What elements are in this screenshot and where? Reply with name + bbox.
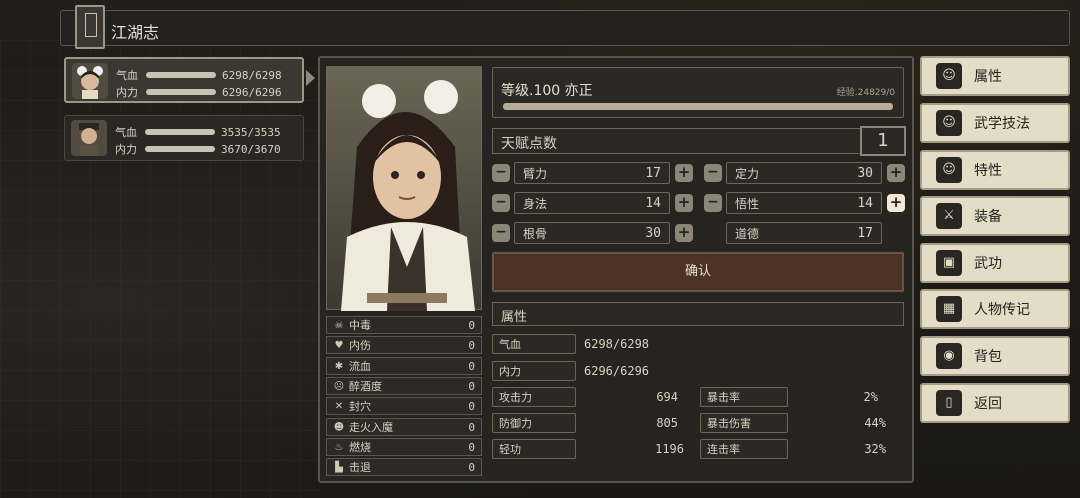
fire-icon: ♨ — [334, 441, 344, 453]
status-row: ♥ 内伤 0 — [326, 336, 482, 354]
menu-equipment[interactable]: ⚔ 装备 — [920, 196, 1070, 236]
status-row: ☠ 中毒 0 — [326, 316, 482, 334]
mp-label: 内力 — [116, 86, 138, 99]
page-title: 江湖志 — [111, 23, 160, 42]
plus-icon[interactable]: + — [675, 224, 693, 242]
menu-martial-arts[interactable]: ▣ 武功 — [920, 243, 1070, 283]
mp-bar — [146, 89, 216, 95]
menu-traits[interactable]: ☺ 特性 — [920, 150, 1070, 190]
talent-points-value: 1 — [860, 126, 906, 156]
title-bar: 江湖志 — [60, 5, 1070, 49]
character-card-2[interactable]: 气血 3535/3535 内力 3670/3670 — [64, 115, 304, 161]
bag-icon: ◉ — [936, 343, 962, 369]
mp-bar — [145, 146, 215, 152]
level-box: 等级.100 亦正 经验.24829/0 — [492, 67, 904, 118]
status-row: ☻ 走火入魔 0 — [326, 418, 482, 436]
character-icon: ☺ — [936, 157, 962, 183]
menu-return[interactable]: ▯ 返回 — [920, 383, 1070, 423]
stat-morality: 道德 17 — [726, 222, 882, 244]
stat-focus: 定力 30 — [726, 162, 882, 184]
menu-martial-techniques[interactable]: ☺ 武学技法 — [920, 103, 1070, 143]
book-icon — [75, 5, 105, 49]
plus-icon[interactable]: + — [675, 164, 693, 182]
selected-arrow-icon — [306, 70, 315, 86]
hp-label: 气血 — [116, 69, 138, 82]
character-card-1[interactable]: 气血 6298/6298 内力 6296/6296 — [64, 57, 304, 103]
avatar — [72, 63, 108, 99]
mp-value: 3670/3670 — [221, 142, 281, 156]
status-row: ☹ 醉酒度 0 — [326, 377, 482, 395]
status-row: ▙ 击退 0 — [326, 458, 482, 476]
manual-book-icon: ▣ — [936, 250, 962, 276]
menu-biography[interactable]: ▦ 人物传记 — [920, 289, 1070, 329]
status-row: ✕ 封穴 0 — [326, 397, 482, 415]
plus-icon[interactable]: + — [675, 194, 693, 212]
scroll-icon: ▦ — [936, 296, 962, 322]
mp-value: 6296/6296 — [222, 85, 282, 99]
plus-icon[interactable]: + — [887, 194, 905, 212]
exp-text: 经验.24829/0 — [836, 88, 895, 98]
hp-value: 6298/6298 — [222, 68, 282, 82]
minus-icon[interactable]: − — [492, 224, 510, 242]
menu-inventory[interactable]: ◉ 背包 — [920, 336, 1070, 376]
drunk-icon: ☹ — [333, 380, 345, 392]
status-row: ✱ 流血 0 — [326, 357, 482, 375]
attr-row: 防御力 805 — [492, 413, 692, 433]
attr-hp-row: 气血 6298/6298 — [492, 334, 904, 354]
confirm-button[interactable]: 确认 — [492, 252, 904, 292]
hp-label: 气血 — [115, 126, 137, 139]
menu-attributes[interactable]: ☺ 属性 — [920, 56, 1070, 96]
sword-icon: ⚔ — [936, 203, 962, 229]
hp-bar — [146, 72, 216, 78]
skull-icon: ☠ — [334, 319, 344, 331]
talent-points-label: 天赋点数 — [492, 128, 862, 154]
attr-row: 连击率 32% — [700, 439, 904, 459]
attributes-title: 属性 — [492, 302, 904, 326]
seal-icon: ✕ — [334, 400, 344, 412]
attr-row: 暴击率 2% — [700, 387, 904, 407]
character-icon: ☺ — [936, 63, 962, 89]
mp-label: 内力 — [115, 143, 137, 156]
minus-icon[interactable]: − — [704, 194, 722, 212]
hp-bar — [145, 129, 215, 135]
door-icon: ▯ — [936, 390, 962, 416]
character-portrait — [326, 66, 482, 311]
avatar — [71, 120, 107, 156]
exp-bar — [503, 103, 893, 110]
demon-icon: ☻ — [333, 421, 345, 433]
background-wall — [0, 40, 320, 498]
attr-row: 轻功 1196 — [492, 439, 692, 459]
level-text: 等级.100 亦正 — [501, 83, 593, 99]
minus-icon[interactable]: − — [492, 194, 510, 212]
attr-row: 攻击力 694 — [492, 387, 692, 407]
minus-icon[interactable]: − — [704, 164, 722, 182]
minus-icon[interactable]: − — [492, 164, 510, 182]
plus-icon[interactable]: + — [887, 164, 905, 182]
status-row: ♨ 燃烧 0 — [326, 438, 482, 456]
stat-agility: 身法 14 — [514, 192, 670, 214]
stat-strength: 臂力 17 — [514, 162, 670, 184]
stat-constitution: 根骨 30 — [514, 222, 670, 244]
broken-heart-icon: ♥ — [334, 339, 344, 351]
character-icon: ☺ — [936, 110, 962, 136]
knockback-icon: ▙ — [335, 461, 343, 473]
attr-row: 暴击伤害 44% — [700, 413, 904, 433]
attr-mp-row: 内力 6296/6296 — [492, 361, 904, 381]
stat-insight: 悟性 14 — [726, 192, 882, 214]
hp-value: 3535/3535 — [221, 125, 281, 139]
blood-icon: ✱ — [334, 360, 344, 372]
